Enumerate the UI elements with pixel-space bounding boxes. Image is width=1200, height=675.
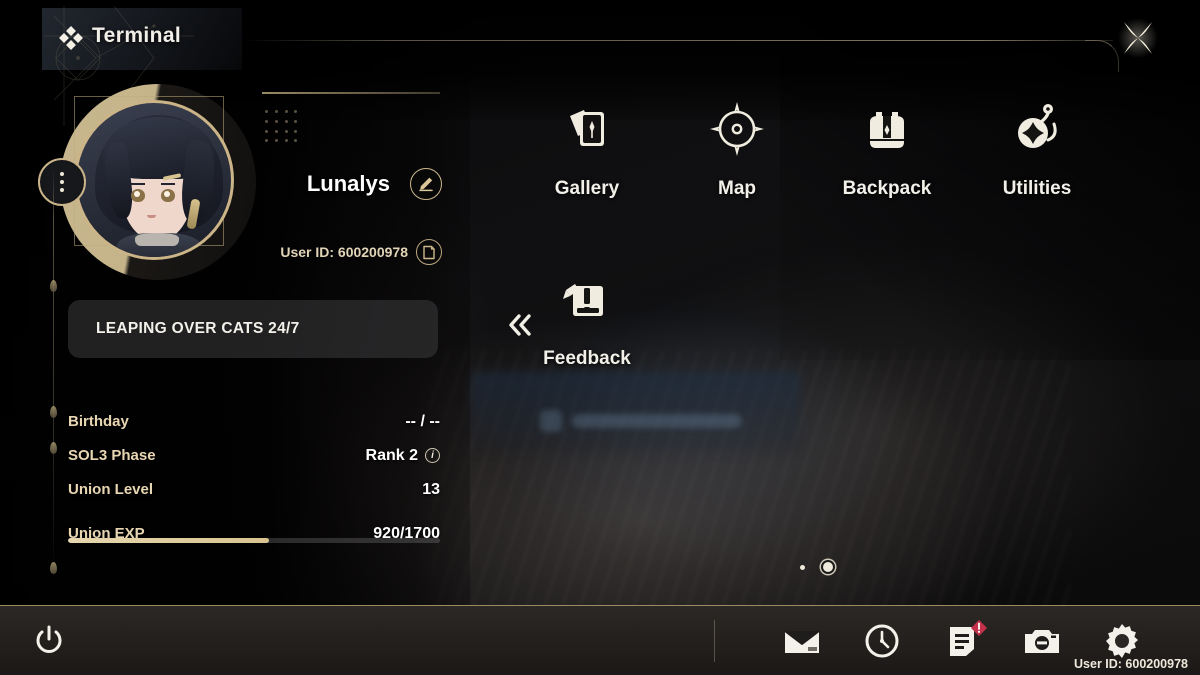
rail-node	[50, 562, 57, 574]
avatar-eye-right	[161, 189, 175, 202]
feedback-note-icon	[556, 268, 618, 330]
stat-value: -- / --	[405, 412, 440, 430]
main-menu-grid: Gallery Map Backpack Utilities Feedback	[512, 88, 1132, 398]
profile-name: Lunalys	[306, 171, 390, 196]
menu-item-label: Utilities	[1002, 178, 1072, 199]
menu-item-label: Map	[718, 178, 756, 199]
close-icon[interactable]	[1116, 16, 1160, 60]
union-exp-progress-bar	[68, 538, 440, 543]
profile-deco-line	[262, 92, 440, 94]
stat-label: Birthday	[68, 413, 129, 430]
rail-node	[50, 406, 57, 418]
rail-node	[50, 442, 57, 454]
mail-icon[interactable]	[782, 621, 822, 661]
page-dot-2-active[interactable]	[823, 562, 833, 572]
power-icon[interactable]	[30, 622, 68, 660]
stat-row-sol3-phase: SOL3 Phase Rank 2 i	[68, 442, 440, 469]
profile-name-row: Lunalys	[262, 168, 442, 204]
stat-label: Union Level	[68, 481, 154, 498]
bottom-bar-divider	[714, 620, 715, 662]
stat-row-union-level: Union Level 13	[68, 476, 440, 503]
avatar-brow-right	[161, 183, 175, 185]
stat-value: 13	[422, 480, 440, 498]
avatar-brow-left	[131, 183, 145, 185]
pagination-dots[interactable]	[800, 560, 848, 574]
double-chevron-left-icon[interactable]	[503, 307, 537, 343]
gadget-icon	[1006, 98, 1068, 160]
bottom-bar-user-id: User ID: 600200978	[1074, 657, 1188, 671]
rail-node	[50, 280, 57, 292]
menu-item-utilities[interactable]: Utilities	[962, 88, 1112, 228]
header-bar: Terminal	[0, 0, 1200, 126]
menu-row-2: Feedback	[512, 258, 1132, 398]
stat-row-birthday: Birthday -- / --	[68, 408, 440, 435]
menu-row-1: Gallery Map Backpack Utilities	[512, 88, 1132, 228]
menu-item-gallery[interactable]: Gallery	[512, 88, 662, 228]
rail-line	[53, 170, 54, 580]
pencil-edit-icon[interactable]	[410, 168, 442, 200]
bottom-bar: User ID: 600200978	[0, 605, 1200, 675]
menu-item-backpack[interactable]: Backpack	[812, 88, 962, 228]
header-divider-curve	[1085, 40, 1119, 72]
backpack-icon	[856, 98, 918, 160]
settings-gear-icon[interactable]	[1102, 621, 1142, 661]
camera-icon[interactable]	[1022, 621, 1062, 661]
left-decorative-rail	[46, 170, 62, 580]
clock-icon[interactable]	[862, 621, 902, 661]
union-exp-progress-fill	[68, 538, 269, 543]
page-title: Terminal	[92, 24, 182, 47]
compass-icon	[706, 98, 768, 160]
stat-value: Rank 2	[365, 446, 418, 464]
avatar-collar-trim	[135, 233, 179, 246]
background-blurred-panel-bar	[572, 414, 742, 428]
stat-label: SOL3 Phase	[68, 447, 156, 464]
stat-value-group: Rank 2 i	[366, 447, 440, 465]
header-divider-line	[243, 40, 1113, 41]
profile-stats: Birthday -- / -- SOL3 Phase Rank 2 i Uni…	[68, 408, 440, 554]
notes-icon[interactable]	[942, 620, 987, 661]
menu-item-label: Feedback	[543, 348, 631, 369]
cards-icon	[556, 98, 618, 160]
profile-avatar-block	[38, 78, 288, 288]
profile-deco-dot-grid	[265, 110, 301, 146]
profile-signature-box[interactable]: LEAPING OVER CATS 24/7	[68, 300, 438, 358]
notification-badge	[970, 619, 987, 636]
copy-icon[interactable]	[416, 239, 442, 265]
avatar[interactable]	[74, 100, 234, 260]
page-dot-1[interactable]	[800, 564, 805, 570]
four-diamonds-icon	[58, 25, 84, 51]
background-blurred-panel-square	[540, 410, 562, 432]
profile-signature-text: LEAPING OVER CATS 24/7	[96, 320, 300, 337]
info-icon[interactable]: i	[425, 448, 440, 463]
user-id-row: User ID: 600200978	[262, 236, 442, 268]
menu-item-label: Gallery	[554, 178, 620, 199]
user-id-label: User ID: 600200978	[280, 244, 408, 260]
menu-item-label: Backpack	[842, 178, 932, 199]
avatar-eye-left	[131, 189, 145, 202]
menu-item-map[interactable]: Map	[662, 88, 812, 228]
